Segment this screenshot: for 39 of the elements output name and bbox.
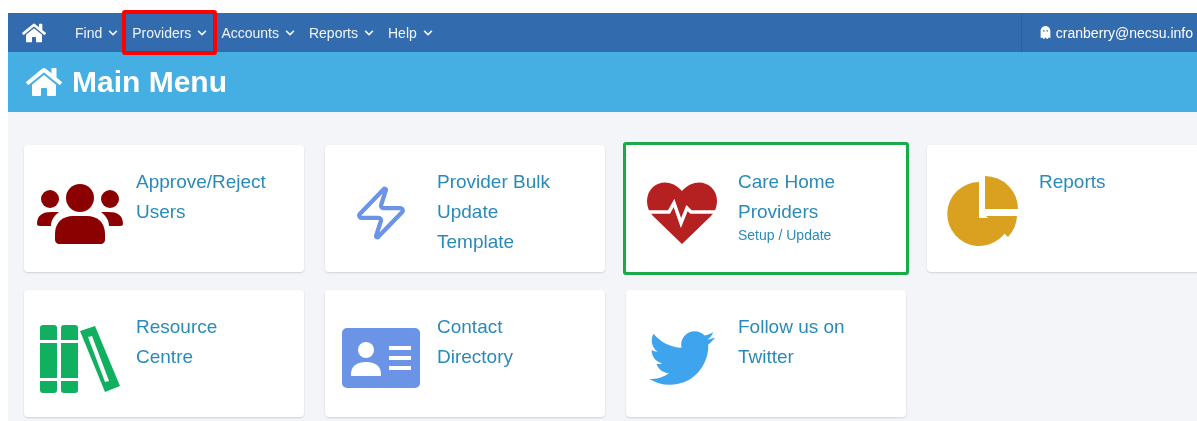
- nav-menu-item[interactable]: Providers: [125, 13, 215, 52]
- tile-label: Care Home: [738, 170, 836, 194]
- tile-subtitle: Setup / Update: [738, 227, 833, 243]
- tile-label: Contact: [437, 315, 504, 339]
- tile-label: Users: [136, 200, 187, 224]
- contact-card-icon: [342, 327, 420, 388]
- menu-tile[interactable]: Reports: [927, 145, 1197, 272]
- tile-label: Centre: [136, 345, 195, 369]
- tile-label: Template: [437, 230, 516, 254]
- tile-label: Resource: [136, 315, 218, 339]
- menu-tile[interactable]: Provider Bulk Update Template: [325, 145, 605, 272]
- chevron-down-icon: [197, 27, 208, 38]
- books-icon: [40, 322, 120, 393]
- tile-label: Update: [437, 200, 500, 224]
- nav-menu-item[interactable]: Find: [68, 13, 126, 52]
- ghost-icon: [1038, 26, 1052, 39]
- tile-label: Follow us on: [738, 315, 845, 339]
- tile-label: Directory: [437, 345, 513, 369]
- menu-tile[interactable]: Contact Directory: [325, 290, 605, 417]
- tile-label: Provider Bulk: [437, 170, 550, 194]
- menu-tile[interactable]: Follow us on Twitter: [626, 290, 906, 417]
- nav-menu-item[interactable]: Help: [381, 13, 440, 52]
- nav-menu-item[interactable]: Accounts: [214, 13, 302, 52]
- menu-tile[interactable]: Approve/Reject Users: [24, 145, 304, 272]
- tile-label: Twitter: [738, 345, 795, 369]
- user-email[interactable]: cranberry@necsu.info: [1055, 24, 1193, 41]
- tile-label: Approve/Reject: [136, 170, 266, 194]
- users-icon: [37, 181, 123, 244]
- chevron-down-icon: [422, 27, 433, 38]
- page-title: Main Menu: [72, 65, 227, 99]
- chevron-down-icon: [108, 27, 119, 38]
- chevron-down-icon: [364, 27, 374, 38]
- chevron-down-icon: [284, 27, 295, 38]
- tile-label: Reports: [1039, 170, 1106, 194]
- menu-tile[interactable]: Care Home Providers Setup / Update: [626, 145, 906, 272]
- menu-tile[interactable]: Resource Centre: [24, 290, 304, 417]
- nav-menu-item[interactable]: Reports: [301, 13, 381, 52]
- heart-pulse-icon: [647, 181, 717, 244]
- tile-label: Providers: [738, 200, 820, 224]
